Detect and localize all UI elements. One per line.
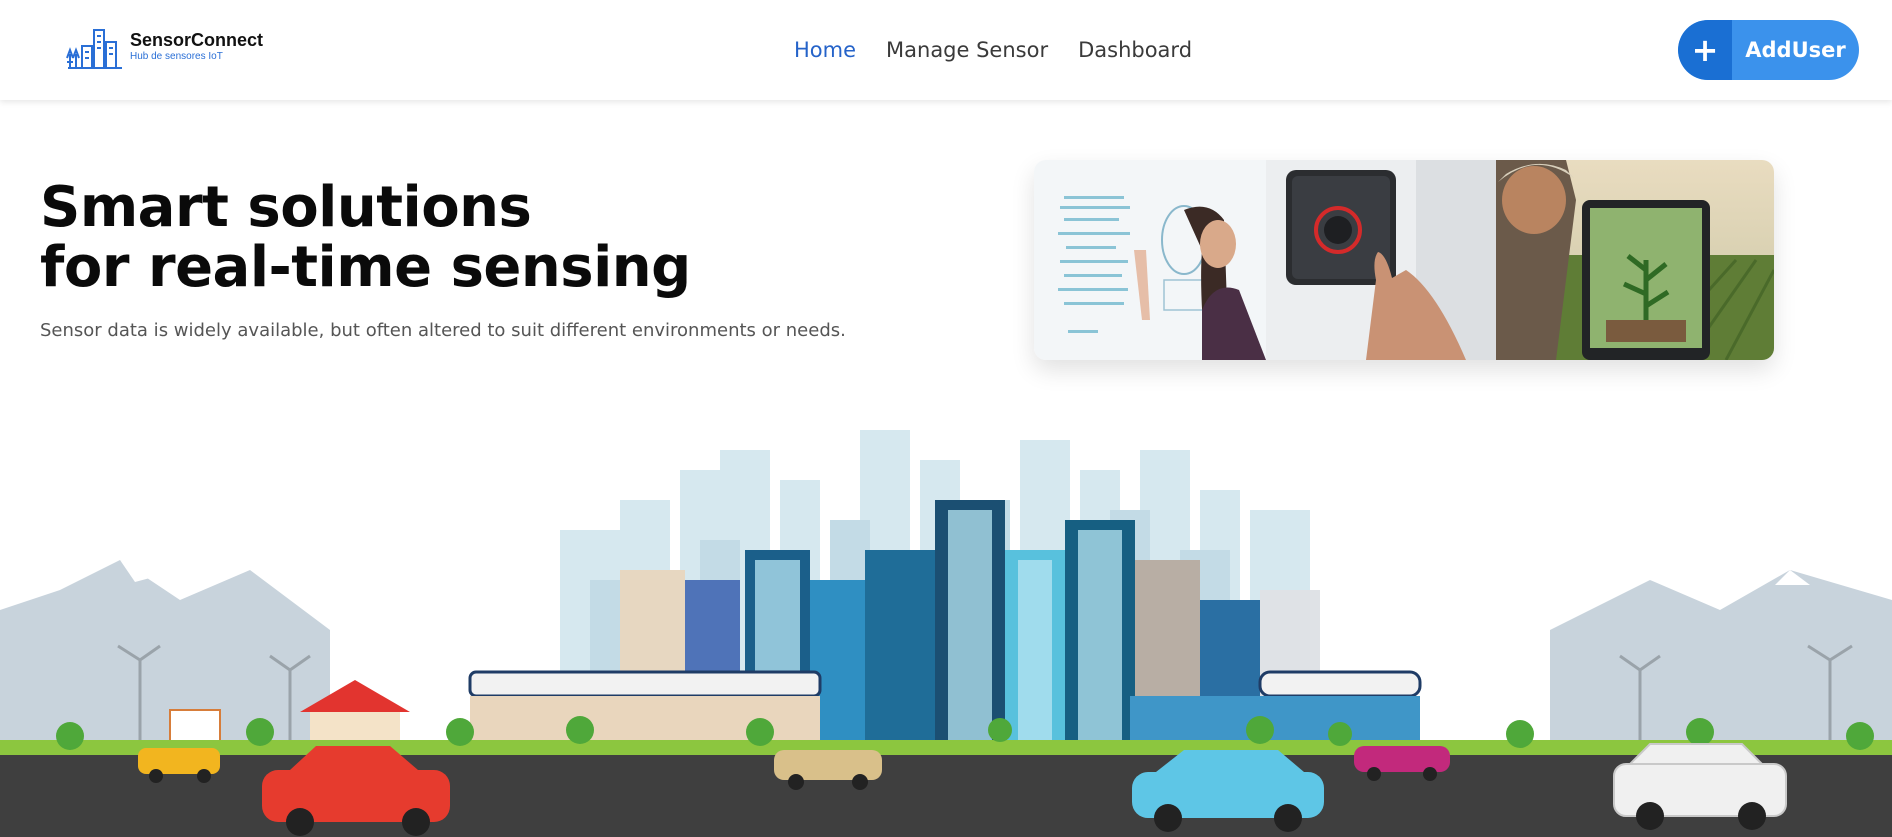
hero-subtitle: Sensor data is widely available, but oft… <box>40 320 846 341</box>
add-user-label: AddUser <box>1745 38 1846 62</box>
add-user-button[interactable]: + AddUser <box>1678 20 1859 80</box>
hologram-interface-image <box>1034 160 1266 360</box>
brand-logo[interactable]: SensorConnect Hub de sensores IoT <box>66 24 263 70</box>
plus-icon: + <box>1678 20 1732 80</box>
nav-home-link[interactable]: Home <box>794 36 856 64</box>
brand-tagline: Hub de sensores IoT <box>130 51 223 62</box>
smart-thermostat-image <box>1266 160 1496 360</box>
navbar: SensorConnect Hub de sensores IoT Home M… <box>0 0 1892 100</box>
city-buildings-icon <box>66 29 122 69</box>
hero-image-collage <box>1034 160 1774 360</box>
main-nav: Home Manage Sensor Dashboard <box>794 36 1192 64</box>
nav-manage-sensor-link[interactable]: Manage Sensor <box>886 36 1048 64</box>
nav-dashboard-link[interactable]: Dashboard <box>1078 36 1192 64</box>
brand-name: SensorConnect <box>130 30 264 50</box>
city-skyline-illustration <box>0 430 1892 837</box>
hero-title: Smart solutions for real-time sensing <box>40 178 691 298</box>
farmer-tablet-image <box>1496 160 1774 360</box>
hero-title-line-2: for real-time sensing <box>40 235 691 300</box>
hero-title-line-1: Smart solutions <box>40 175 532 240</box>
